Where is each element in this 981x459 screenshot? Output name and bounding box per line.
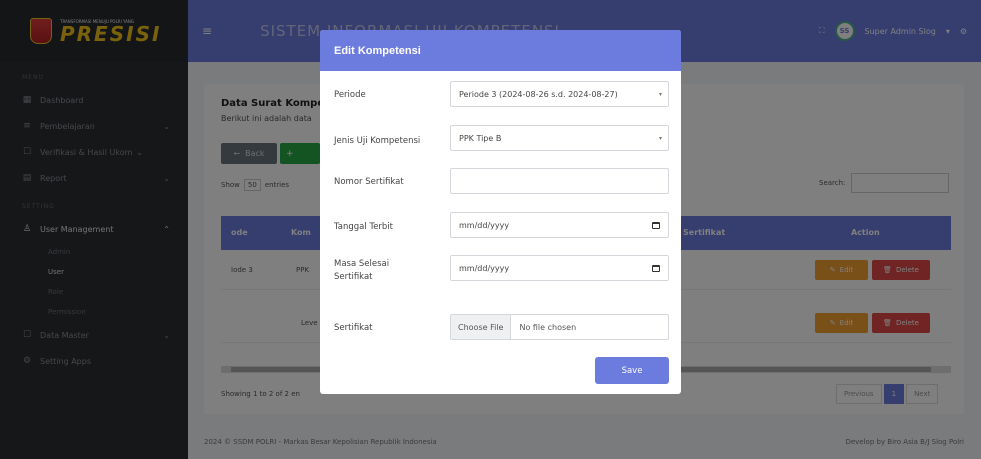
edit-kompetensi-modal: Edit Kompetensi Periode Periode 3 (2024-… (320, 30, 681, 394)
date-placeholder: mm/dd/yyyy (459, 220, 510, 230)
jenis-select-value: PPK Tipe B (459, 133, 502, 143)
masa-selesai-label: Masa Selesai Sertifikat (334, 259, 390, 282)
periode-select-value: Periode 3 (2024-08-26 s.d. 2024-08-27) (459, 89, 618, 99)
sertifikat-file-input[interactable]: Choose File No file chosen (450, 314, 669, 340)
calendar-icon[interactable] (652, 264, 660, 272)
tanggal-terbit-input[interactable]: mm/dd/yyyy (450, 212, 669, 238)
save-button[interactable]: Save (595, 357, 669, 384)
nomor-sertifikat-label: Nomor Sertifikat (334, 177, 404, 187)
choose-file-button[interactable]: Choose File (451, 315, 512, 339)
nomor-sertifikat-input[interactable] (450, 168, 669, 194)
tanggal-terbit-label: Tanggal Terbit (334, 222, 394, 232)
calendar-icon[interactable] (652, 221, 660, 229)
sertifikat-label: Sertifikat (334, 323, 373, 333)
chevron-down-icon: ▾ (658, 90, 662, 98)
chevron-down-icon: ▾ (658, 134, 662, 142)
jenis-label: Jenis Uji Kompetensi (334, 136, 421, 146)
file-name-text: No file chosen (519, 322, 577, 332)
periode-select[interactable]: Periode 3 (2024-08-26 s.d. 2024-08-27) ▾ (450, 81, 669, 107)
masa-selesai-input[interactable]: mm/dd/yyyy (450, 255, 669, 281)
periode-label: Periode (334, 90, 366, 100)
modal-title: Edit Kompetensi (320, 30, 681, 71)
date-placeholder: mm/dd/yyyy (459, 263, 510, 273)
jenis-uji-select[interactable]: PPK Tipe B ▾ (450, 125, 669, 151)
